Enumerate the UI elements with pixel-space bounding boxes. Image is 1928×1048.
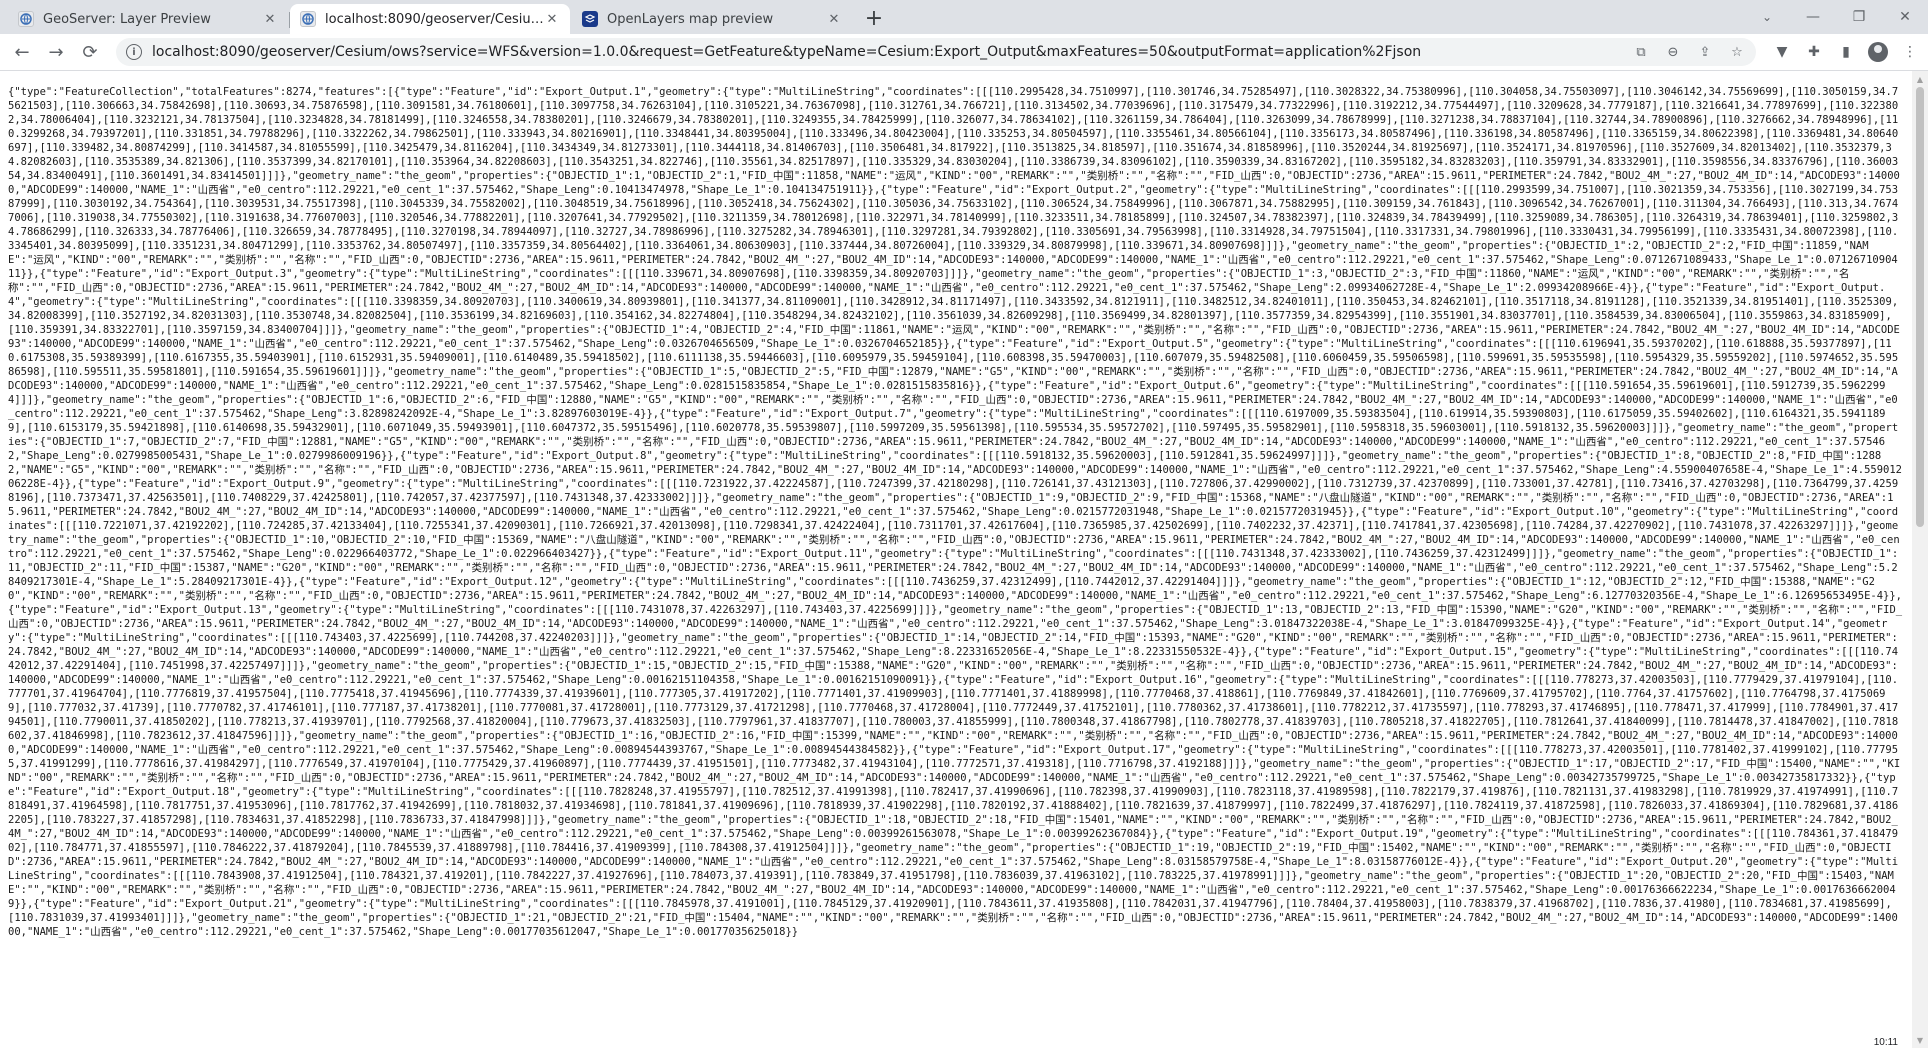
openlayers-favicon-icon bbox=[582, 11, 598, 27]
site-info-icon[interactable]: i bbox=[126, 44, 142, 60]
tab-title: localhost:8090/geoserver/Cesium/ows?serv… bbox=[325, 11, 544, 27]
tab-openlayers-map-preview[interactable]: OpenLayers map preview ✕ bbox=[572, 4, 852, 34]
extensions-puzzle-icon[interactable]: ✚ bbox=[1804, 42, 1824, 62]
window-close-icon[interactable]: ✕ bbox=[1882, 0, 1928, 34]
zoom-icon[interactable]: ⊖ bbox=[1664, 43, 1682, 61]
reload-icon[interactable]: ⟳ bbox=[76, 38, 104, 66]
share-icon[interactable]: ⇪ bbox=[1696, 43, 1714, 61]
taskbar-clock: 10:11 bbox=[1873, 1037, 1898, 1048]
geoserver-favicon-icon bbox=[300, 11, 316, 27]
minimize-icon[interactable]: — bbox=[1790, 0, 1836, 34]
window-controls: — ❐ ✕ bbox=[1790, 0, 1928, 34]
tab-title: OpenLayers map preview bbox=[607, 11, 774, 27]
geoserver-favicon-icon bbox=[18, 11, 34, 27]
tab-close-icon[interactable]: ✕ bbox=[826, 11, 842, 27]
tab-title: GeoServer: Layer Preview bbox=[43, 11, 211, 27]
translate-icon[interactable]: ⧉ bbox=[1632, 43, 1650, 61]
tab-geoserver-layer-preview[interactable]: GeoServer: Layer Preview ✕ bbox=[8, 4, 290, 34]
tab-close-icon[interactable]: ✕ bbox=[262, 11, 278, 27]
bookmark-star-icon[interactable]: ☆ bbox=[1728, 43, 1746, 61]
address-bar[interactable]: i localhost:8090/geoserver/Cesium/ows?se… bbox=[116, 38, 1756, 66]
new-tab-button[interactable]: + bbox=[860, 4, 888, 32]
profile-avatar-icon[interactable] bbox=[1868, 42, 1888, 62]
tab-strip: GeoServer: Layer Preview ✕ localhost:809… bbox=[0, 0, 1928, 34]
back-arrow-icon[interactable]: ← bbox=[8, 38, 36, 66]
scroll-up-icon[interactable]: ▲ bbox=[1912, 71, 1928, 87]
tab-search-icon[interactable]: ⌄ bbox=[1756, 6, 1778, 28]
maximize-icon[interactable]: ❐ bbox=[1836, 0, 1882, 34]
vertical-scrollbar[interactable]: ▲ ▼ bbox=[1912, 71, 1928, 1048]
scrollbar-thumb[interactable] bbox=[1916, 87, 1924, 527]
page-content: {"type":"FeatureCollection","totalFeatur… bbox=[0, 71, 1912, 1048]
url-text[interactable]: localhost:8090/geoserver/Cesium/ows?serv… bbox=[152, 44, 1632, 60]
omnibox-actions: ⧉ ⊖ ⇪ ☆ bbox=[1632, 43, 1746, 61]
browser-toolbar: ← → ⟳ i localhost:8090/geoserver/Cesium/… bbox=[0, 34, 1928, 71]
menu-kebab-icon[interactable]: ⋮ bbox=[1900, 42, 1920, 62]
geojson-response-text: {"type":"FeatureCollection","totalFeatur… bbox=[8, 86, 1903, 938]
extensions-area: ▼ ✚ ▮ ⋮ bbox=[1772, 42, 1920, 62]
side-panel-icon[interactable]: ▮ bbox=[1836, 42, 1856, 62]
tab-close-icon[interactable]: ✕ bbox=[544, 11, 560, 27]
extension-a-icon[interactable]: ▼ bbox=[1772, 42, 1792, 62]
tab-wfs-getfeature[interactable]: localhost:8090/geoserver/Cesium/ows?serv… bbox=[290, 4, 570, 34]
scroll-down-icon[interactable]: ▼ bbox=[1912, 1032, 1928, 1048]
forward-arrow-icon[interactable]: → bbox=[42, 38, 70, 66]
